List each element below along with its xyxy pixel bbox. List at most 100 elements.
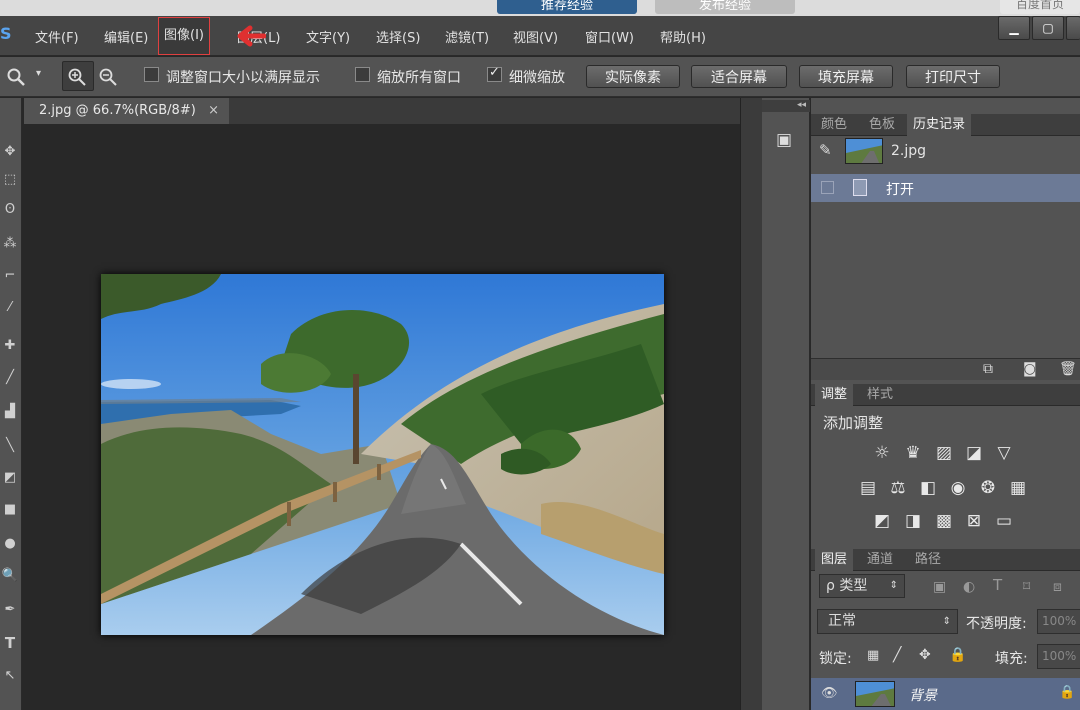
window-controls: ▁ ▢ bbox=[996, 16, 1080, 40]
brush-tool-icon[interactable]: ╱ bbox=[0, 370, 20, 385]
dodge-tool-icon[interactable]: 🔍 bbox=[0, 568, 20, 583]
history-brush-source-icon[interactable]: ✎ bbox=[819, 143, 832, 158]
eraser-tool-icon[interactable]: ◩ bbox=[0, 470, 20, 485]
blend-mode-value: 正常 bbox=[828, 613, 856, 629]
history-snapshot[interactable]: ✎ 2.jpg bbox=[811, 135, 1080, 171]
tab-styles[interactable]: 样式 bbox=[861, 384, 899, 406]
right-panels: 颜色 色板 历史记录 ✎ 2.jpg 打开 ⧉ ◙ 🗑 调整 样式 添加调整 ☼ bbox=[811, 98, 1080, 710]
document-image[interactable] bbox=[101, 274, 664, 635]
home-tab[interactable]: 百度首页 bbox=[1000, 0, 1080, 14]
lock-all-icon[interactable]: 🔒 bbox=[949, 648, 966, 662]
menu-select[interactable]: 选择(S) bbox=[376, 27, 420, 46]
levels-icon[interactable]: ♛ bbox=[902, 443, 924, 463]
history-state[interactable]: 打开 bbox=[811, 174, 1080, 202]
hue-saturation-icon[interactable]: ▤ bbox=[857, 478, 879, 498]
marquee-tool-icon[interactable]: ⬚ bbox=[0, 172, 20, 187]
color-lookup-icon[interactable]: ▦ bbox=[1007, 478, 1029, 498]
menu-help[interactable]: 帮助(H) bbox=[660, 27, 706, 46]
publish-tab[interactable]: 发布经验 bbox=[655, 0, 795, 14]
blur-tool-icon[interactable]: ● bbox=[0, 536, 20, 551]
brightness-icon[interactable]: ☼ bbox=[871, 443, 893, 463]
filter-pixel-icon[interactable]: ▣ bbox=[933, 580, 946, 594]
lock-image-icon[interactable]: ╱ bbox=[893, 648, 901, 662]
adjustments-panel-tabs: 调整 样式 bbox=[811, 384, 1080, 406]
zoom-all-checkbox[interactable] bbox=[355, 67, 370, 82]
tab-color[interactable]: 颜色 bbox=[815, 114, 853, 136]
blend-mode-select[interactable]: 正常 ⇕ bbox=[817, 609, 958, 634]
print-size-button[interactable]: 打印尺寸 bbox=[906, 65, 1000, 88]
eyedropper-tool-icon[interactable]: ⁄ bbox=[0, 300, 20, 315]
threshold-icon[interactable]: ▩ bbox=[933, 511, 955, 531]
crop-tool-icon[interactable]: ⌐ bbox=[0, 268, 20, 283]
move-tool-icon[interactable]: ✥ bbox=[0, 144, 20, 159]
quick-select-tool-icon[interactable]: ⁂ bbox=[0, 236, 20, 251]
maximize-button[interactable]: ▢ bbox=[1032, 16, 1064, 40]
history-state-checkbox[interactable] bbox=[821, 181, 834, 194]
document-tab[interactable]: 2.jpg @ 66.7%(RGB/8#) × bbox=[24, 98, 229, 124]
tab-paths[interactable]: 路径 bbox=[909, 549, 947, 571]
layers-panel-tabs: 图层 通道 路径 bbox=[811, 549, 1080, 571]
vibrance-icon[interactable]: ▽ bbox=[993, 443, 1015, 463]
zoom-in-icon[interactable] bbox=[67, 67, 87, 91]
layer-filter-select[interactable]: ρ 类型 ⇕ bbox=[819, 574, 905, 598]
layer-lock-icon[interactable]: 🔒 bbox=[1059, 685, 1075, 700]
menu-view[interactable]: 视图(V) bbox=[513, 27, 558, 46]
color-balance-icon[interactable]: ⚖ bbox=[887, 478, 909, 498]
new-snapshot-icon[interactable]: ◙ bbox=[1023, 362, 1037, 376]
menu-image[interactable]: 图像(I) bbox=[158, 17, 210, 55]
new-document-from-state-icon[interactable]: ⧉ bbox=[983, 362, 993, 376]
tab-history[interactable]: 历史记录 bbox=[907, 114, 972, 136]
menu-edit[interactable]: 编辑(E) bbox=[104, 27, 148, 46]
exposure-icon[interactable]: ◪ bbox=[963, 443, 985, 463]
channel-mixer-icon[interactable]: ❂ bbox=[977, 478, 999, 498]
posterize-icon[interactable]: ◨ bbox=[902, 511, 924, 531]
lock-position-icon[interactable]: ✥ bbox=[919, 648, 931, 662]
layer-row[interactable]: 👁 背景 🔒 bbox=[811, 678, 1080, 710]
menu-window[interactable]: 窗口(W) bbox=[585, 27, 634, 46]
menu-filter[interactable]: 滤镜(T) bbox=[445, 27, 489, 46]
delete-state-icon[interactable]: 🗑 bbox=[1059, 362, 1077, 376]
photo-filter-icon[interactable]: ◉ bbox=[947, 478, 969, 498]
curves-icon[interactable]: ▨ bbox=[933, 443, 955, 463]
history-panel-icon[interactable]: ▣ bbox=[776, 130, 798, 152]
actual-pixels-button[interactable]: 实际像素 bbox=[586, 65, 680, 88]
fit-screen-button[interactable]: 适合屏幕 bbox=[691, 65, 787, 88]
clone-stamp-tool-icon[interactable]: ▟ bbox=[0, 404, 20, 419]
type-tool-icon[interactable]: T bbox=[0, 634, 20, 652]
black-white-icon[interactable]: ◧ bbox=[917, 478, 939, 498]
tool-preset-chevron-icon[interactable]: ▾ bbox=[36, 69, 41, 79]
close-document-icon[interactable]: × bbox=[208, 98, 219, 124]
history-brush-tool-icon[interactable]: ╲ bbox=[0, 438, 20, 453]
filter-shape-icon[interactable]: ⌑ bbox=[1023, 580, 1030, 594]
collapse-dock-icon[interactable]: ◂◂ bbox=[762, 100, 810, 112]
healing-brush-tool-icon[interactable]: ✚ bbox=[0, 338, 20, 353]
scrubby-zoom-checkbox[interactable] bbox=[487, 65, 502, 82]
minimize-button[interactable]: ▁ bbox=[998, 16, 1030, 40]
menu-type[interactable]: 文字(Y) bbox=[306, 27, 350, 46]
lock-transparent-icon[interactable]: ▦ bbox=[867, 649, 879, 662]
tab-channels[interactable]: 通道 bbox=[861, 549, 899, 571]
filter-smart-object-icon[interactable]: ⧈ bbox=[1053, 580, 1062, 594]
resize-windows-checkbox[interactable] bbox=[144, 67, 159, 82]
opacity-input[interactable]: 100% bbox=[1037, 609, 1080, 634]
tab-layers[interactable]: 图层 bbox=[815, 549, 854, 571]
selective-color-icon[interactable]: ⊠ bbox=[963, 511, 985, 531]
fill-screen-button[interactable]: 填充屏幕 bbox=[799, 65, 893, 88]
tab-adjustments[interactable]: 调整 bbox=[815, 384, 854, 406]
pen-tool-icon[interactable]: ✒ bbox=[0, 602, 20, 617]
menu-file[interactable]: 文件(F) bbox=[35, 27, 79, 46]
lasso-tool-icon[interactable]: ʘ bbox=[0, 202, 20, 217]
fill-input[interactable]: 100% bbox=[1037, 644, 1080, 669]
invert-icon[interactable]: ◩ bbox=[871, 511, 893, 531]
gradient-map-icon[interactable]: ▭ bbox=[993, 511, 1015, 531]
filter-type-icon[interactable]: T bbox=[993, 578, 1002, 593]
zoom-tool-icon[interactable] bbox=[6, 67, 26, 91]
filter-adjustment-icon[interactable]: ◐ bbox=[963, 580, 975, 594]
visibility-eye-icon[interactable]: 👁 bbox=[821, 686, 838, 701]
path-select-tool-icon[interactable]: ↖ bbox=[0, 668, 20, 683]
recommend-tab[interactable]: 推荐经验 bbox=[497, 0, 637, 14]
zoom-out-icon[interactable] bbox=[98, 67, 118, 91]
tab-swatches[interactable]: 色板 bbox=[863, 114, 901, 136]
gradient-tool-icon[interactable]: ■ bbox=[0, 502, 20, 517]
close-button[interactable] bbox=[1066, 16, 1080, 40]
